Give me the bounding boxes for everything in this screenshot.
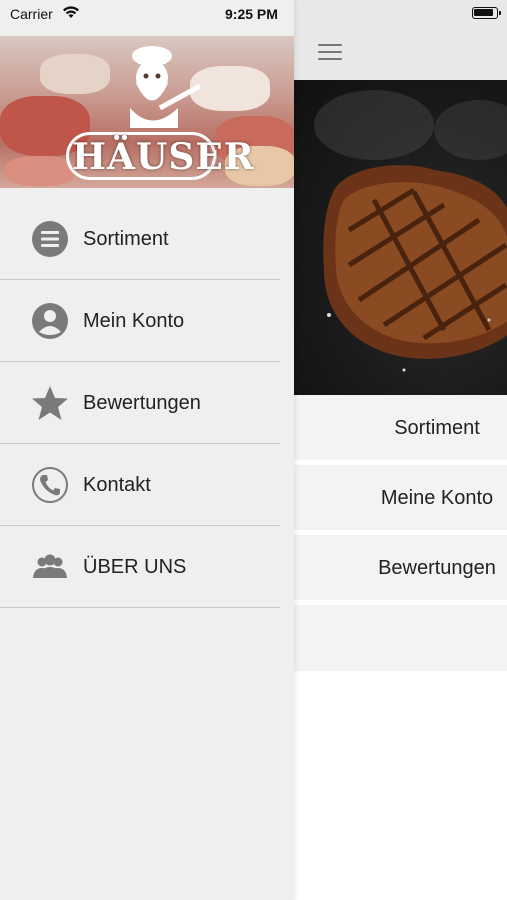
brand-logo: HÄUSER — [72, 136, 255, 178]
wifi-icon — [63, 6, 79, 18]
list-icon — [32, 221, 68, 257]
hero-steak-image — [294, 80, 507, 395]
main-item-label: Meine Konto — [380, 487, 494, 509]
drawer-menu: Sortiment Mein Konto Bewertungen Kontakt — [0, 198, 280, 608]
sidebar-item-mein-konto[interactable]: Mein Konto — [0, 280, 280, 362]
phone-icon — [32, 467, 68, 503]
sidebar-item-label: ÜBER UNS — [83, 556, 187, 578]
account-icon — [32, 303, 68, 339]
users-icon — [33, 554, 67, 578]
brand-banner: HÄUSER — [0, 36, 294, 188]
sidebar-item-label: Mein Konto — [83, 310, 185, 332]
sidebar-item-label: Kontakt — [83, 474, 151, 496]
sidebar-item-sortiment[interactable]: Sortiment — [0, 198, 280, 280]
status-bar: Carrier 9:25 PM — [0, 0, 507, 30]
sidebar-item-kontakt[interactable]: Kontakt — [0, 444, 280, 526]
sidebar-item-label: Bewertungen — [83, 392, 201, 414]
main-content: Sortiment Meine Konto Bewertungen — [294, 0, 507, 900]
main-item-konto[interactable]: Meine Konto — [294, 465, 507, 533]
star-icon — [32, 386, 68, 420]
sidebar-item-ueber-uns[interactable]: ÜBER UNS — [0, 526, 280, 608]
carrier-label: Carrier — [10, 6, 53, 22]
clock: 9:25 PM — [225, 6, 278, 22]
steak-graphic — [323, 165, 507, 372]
main-item-empty — [294, 605, 507, 671]
main-item-sortiment[interactable]: Sortiment — [294, 395, 507, 463]
sidebar-item-label: Sortiment — [83, 228, 169, 250]
main-item-label: Sortiment — [394, 417, 480, 439]
navigation-drawer: HÄUSER Sortiment Mein Konto Bewertungen … — [0, 0, 294, 900]
sidebar-item-bewertungen[interactable]: Bewertungen — [0, 362, 280, 444]
hamburger-menu-icon[interactable] — [318, 44, 342, 62]
brand-mascot-icon — [130, 46, 202, 128]
battery-icon — [472, 7, 501, 19]
main-item-bewertungen[interactable]: Bewertungen — [294, 535, 507, 603]
main-item-label: Bewertungen — [378, 557, 496, 579]
